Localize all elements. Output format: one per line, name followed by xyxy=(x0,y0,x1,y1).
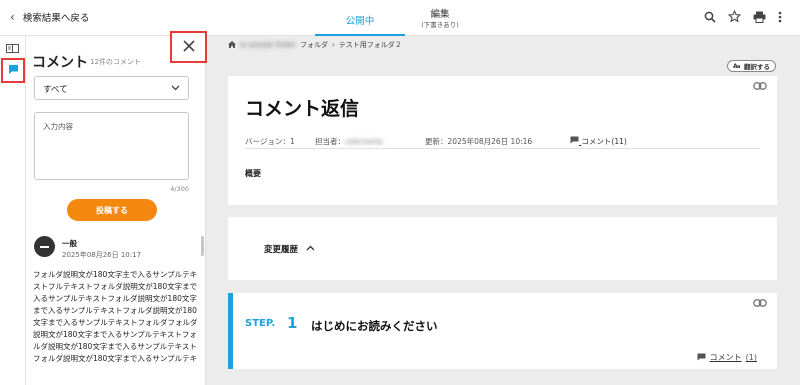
step-title: はじめにお読みください xyxy=(311,319,438,333)
history-label: 変更履歴 xyxy=(264,245,299,255)
step-number: 1 xyxy=(287,314,298,332)
tab-public-label: 公開中 xyxy=(345,16,375,27)
document-card: コメント返信 バージョン：1 担当者： username 更新：2025年08月… xyxy=(228,76,777,205)
chevron-right-icon: › xyxy=(331,41,335,49)
breadcrumb-item-test-folder[interactable]: テスト用フォルダ２ xyxy=(339,40,402,50)
version-text: バージョン：1 xyxy=(245,136,295,146)
post-comment-button[interactable]: 投稿する xyxy=(67,199,157,221)
scrollbar-thumb[interactable] xyxy=(201,236,204,256)
back-to-search-link[interactable]: ‹ 検索結果へ戻る xyxy=(10,10,89,24)
svg-text:a: a xyxy=(737,64,740,69)
owner-value: username xyxy=(345,136,383,146)
print-icon[interactable] xyxy=(753,11,766,23)
history-card: 変更履歴 xyxy=(228,217,777,280)
comment-panel-title: コメント xyxy=(32,55,88,71)
step-comment-label: コメント xyxy=(709,353,742,362)
chevron-down-icon xyxy=(171,84,180,94)
back-label: 検索結果へ戻る xyxy=(22,13,90,24)
char-counter: 4/300 xyxy=(170,185,189,193)
comment-panel: コメント 12件のコメント すべて 入力内容 4/300 投稿する 一般 202… xyxy=(26,36,206,385)
comment-icon xyxy=(697,353,706,363)
more-vertical-icon[interactable] xyxy=(778,11,782,23)
comment-count: 12件のコメント xyxy=(90,58,141,66)
link-icon[interactable] xyxy=(753,82,767,93)
comment-icon xyxy=(570,136,579,146)
comment-input[interactable]: 入力内容 xyxy=(34,112,189,180)
tab-edit[interactable]: 編集 (下書きあり) xyxy=(405,0,475,36)
close-comment-panel-button[interactable] xyxy=(170,31,207,63)
comment-date: 2025年08月26日 10:17 xyxy=(62,251,142,259)
tab-public[interactable]: 公開中 xyxy=(315,0,405,36)
tab-edit-sublabel: (下書きあり) xyxy=(421,21,459,29)
comments-link[interactable]: コメント(11) xyxy=(570,136,627,147)
breadcrumb-blurred[interactable]: w sample folder xyxy=(240,41,296,49)
breadcrumb: w sample folder フォルダ › テスト用フォルダ２ xyxy=(228,40,402,50)
chevron-left-icon: ‹ xyxy=(10,10,15,24)
page-title: コメント返信 xyxy=(245,98,360,120)
star-icon[interactable] xyxy=(728,10,741,23)
tab-edit-label: 編集 xyxy=(430,9,450,20)
translate-label: 翻訳する xyxy=(744,63,770,71)
top-bar: ‹ 検索結果へ戻る 公開中 編集 (下書きあり) xyxy=(0,0,800,36)
history-toggle[interactable]: 変更履歴 xyxy=(264,243,315,255)
book-icon[interactable] xyxy=(6,44,19,56)
translate-icon: Aa xyxy=(733,62,741,71)
comment-filter-select[interactable]: すべて xyxy=(34,76,189,100)
comments-link-label: コメント(11) xyxy=(581,136,627,146)
comment-body: フォルダ説明文が180文字主で入るサンプルテキストフルテキストフォルダ説明文が1… xyxy=(33,270,198,363)
comment-author: 一般 xyxy=(62,239,77,248)
close-icon xyxy=(182,39,196,56)
toolbar-icons xyxy=(704,10,782,23)
step-label: STEP. xyxy=(245,318,276,329)
avatar xyxy=(34,236,55,257)
step-comments-link[interactable]: コメント (1) xyxy=(697,352,757,363)
comment-filter-value: すべて xyxy=(43,85,68,95)
step-comment-count: (1) xyxy=(745,353,757,362)
document-meta: バージョン：1 担当者： username 更新：2025年08月26日 10:… xyxy=(245,134,760,149)
overview-label: 概要 xyxy=(245,169,261,178)
home-icon[interactable] xyxy=(228,40,236,50)
updated-text: 更新：2025年08月26日 10:16 xyxy=(425,136,533,146)
comment-input-placeholder: 入力内容 xyxy=(43,122,73,131)
translate-button[interactable]: Aa 翻訳する xyxy=(727,60,776,72)
link-icon[interactable] xyxy=(753,299,767,310)
comment-panel-toggle[interactable] xyxy=(1,58,25,83)
comment-icon xyxy=(8,64,19,78)
chevron-up-icon xyxy=(306,244,315,254)
step-card: STEP. 1 はじめにお読みください コメント (1) xyxy=(228,293,777,369)
search-icon[interactable] xyxy=(704,11,716,23)
left-rail xyxy=(0,36,26,385)
owner-label: 担当者： xyxy=(315,136,345,146)
breadcrumb-item-folder[interactable]: フォルダ xyxy=(300,40,328,50)
